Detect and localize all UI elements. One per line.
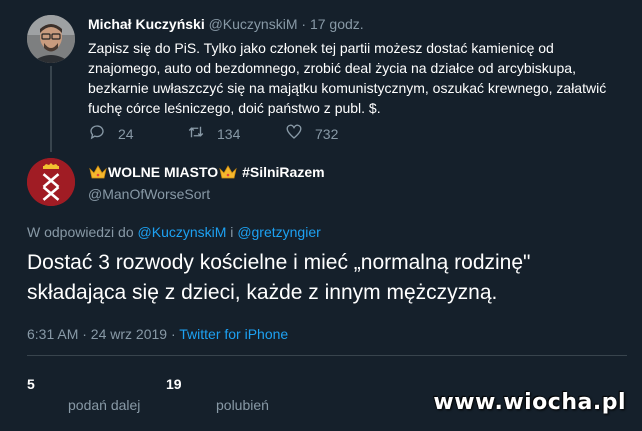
like-stat-count[interactable]: 19	[166, 376, 182, 392]
thread-connector-line	[50, 66, 52, 152]
reply-prefix: W odpowiedzi do	[27, 224, 138, 240]
parent-author-avatar[interactable]	[27, 15, 75, 63]
main-author-name-part1: WOLNE MIASTO	[108, 164, 219, 180]
parent-tweet-text: Zapisz się do PiS. Tylko jako członek te…	[88, 40, 607, 116]
crown-icon	[89, 165, 107, 179]
reply-icon	[88, 123, 106, 144]
gdansk-coat-of-arms-icon	[27, 158, 75, 206]
reply-user-link-1[interactable]: @KuczynskiM	[138, 224, 227, 240]
stats-divider	[27, 355, 627, 356]
like-stat-label[interactable]: polubień	[216, 397, 269, 413]
parent-author-name[interactable]: Michał Kuczyński	[88, 16, 205, 32]
main-tweet-timestamp[interactable]: 6:31 AM · 24 wrz 2019 ·	[27, 326, 179, 342]
retweet-stat-label[interactable]: podań dalej	[68, 397, 140, 413]
like-count: 732	[315, 125, 339, 142]
reply-user-link-2[interactable]: @gretzyngier	[237, 224, 320, 240]
reply-count: 24	[118, 125, 134, 142]
retweet-button[interactable]: 134	[187, 123, 240, 144]
parent-tweet-time[interactable]: 17 godz.	[310, 16, 364, 32]
like-button[interactable]: 732	[285, 123, 338, 144]
tweet-source-link[interactable]: Twitter for iPhone	[179, 326, 288, 342]
time-separator: ·	[297, 16, 310, 32]
retweet-icon	[187, 123, 205, 144]
crown-icon	[219, 165, 237, 179]
main-tweet-text: Dostać 3 rozwody kościelne i mieć „norma…	[27, 251, 531, 304]
parent-tweet-header: Michał Kuczyński @KuczynskiM · 17 godz.	[88, 16, 364, 32]
reply-and: i	[226, 224, 238, 240]
watermark: www.wiocha.pl	[433, 390, 626, 415]
main-author-name[interactable]: WOLNE MIASTO #SilniRazem	[88, 164, 325, 180]
replying-to: W odpowiedzi do @KuczynskiM i @gretzyngi…	[27, 224, 321, 240]
reply-button[interactable]: 24	[88, 123, 134, 144]
parent-tweet[interactable]: Michał Kuczyński @KuczynskiM · 17 godz. …	[0, 0, 642, 152]
main-author-avatar[interactable]	[27, 158, 75, 206]
retweet-stat-count[interactable]: 5	[27, 376, 35, 392]
retweet-count: 134	[217, 125, 241, 142]
main-author-name-part2: #SilniRazem	[238, 164, 325, 180]
parent-author-handle[interactable]: @KuczynskiM	[209, 16, 298, 32]
main-author-handle[interactable]: @ManOfWorseSort	[88, 186, 210, 202]
main-tweet-meta: 6:31 AM · 24 wrz 2019 · Twitter for iPho…	[27, 326, 288, 342]
like-icon	[285, 123, 303, 144]
